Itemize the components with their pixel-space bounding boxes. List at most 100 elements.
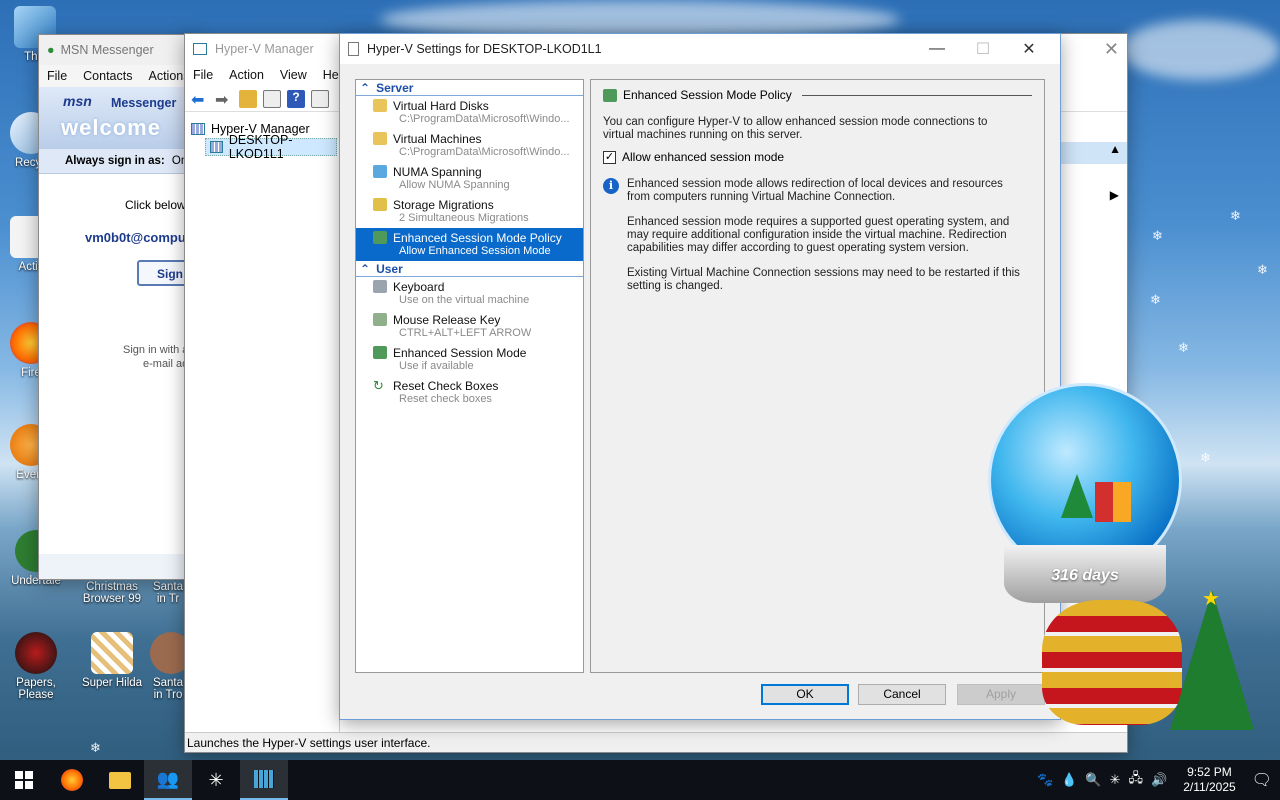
taskbar-msn[interactable]: 👥 [144, 760, 192, 800]
settings-doc-icon [348, 42, 359, 56]
tray-snowflake-icon[interactable]: ✳ [1110, 772, 1121, 788]
mouse-icon [373, 313, 387, 326]
snowflake-icon: ❄ [1257, 262, 1268, 277]
system-tray: 🐾 💧 🔍 ✳ 🖧 🔊 9:52 PM 2/11/2025 🗨 [1037, 765, 1280, 795]
snow-globe-base: 316 days [1004, 545, 1166, 603]
star-icon: ★ [1202, 588, 1220, 610]
nav-item-keyboard[interactable]: Keyboard Use on the virtual machine [356, 277, 583, 310]
taskbar-snowflake-app[interactable]: ✳ [192, 760, 240, 800]
msn-body: Click below t vm0b0t@compu Sign Sign in … [39, 174, 197, 554]
msn-logo: msn [63, 93, 92, 109]
nav-item-virtual-machines[interactable]: Virtual Machines C:\ProgramData\Microsof… [356, 129, 583, 162]
tray-app-icon[interactable]: 🐾 [1037, 772, 1053, 788]
folder-up-icon[interactable] [239, 89, 257, 108]
hvm-menu-view[interactable]: View [280, 68, 307, 82]
papers-please-icon [15, 632, 57, 674]
monitor-icon [373, 165, 387, 178]
gift-icon [1095, 482, 1131, 522]
taskbar-firefox[interactable] [48, 760, 96, 800]
close-button[interactable]: ✕ [1006, 34, 1052, 64]
maximize-button[interactable]: ☐ [960, 34, 1006, 64]
keyboard-icon [373, 280, 387, 293]
detail-section-header: Enhanced Session Mode Policy [603, 88, 1032, 102]
info-text-2: Enhanced session mode requires a support… [627, 216, 1010, 254]
msn-always-sign-in[interactable]: Always sign in as: On [39, 149, 197, 174]
snowflake-icon: ❄ [1200, 450, 1211, 465]
msn-account: vm0b0t@compu [85, 230, 186, 245]
allow-enhanced-session-checkbox[interactable]: ✓ Allow enhanced session mode [603, 150, 1032, 164]
show-hide-tree-icon[interactable] [263, 89, 281, 108]
christmas-cake-decoration [1042, 600, 1182, 725]
cancel-button[interactable]: Cancel [858, 684, 946, 705]
desktop-icon-papers-please[interactable]: Papers, Please [5, 632, 67, 701]
info-text-3: Existing Virtual Machine Connection sess… [627, 267, 1020, 292]
tray-drop-icon[interactable]: 💧 [1061, 772, 1077, 788]
hilda-icon [91, 632, 133, 674]
tree-host[interactable]: DESKTOP-LKOD1L1 [205, 133, 337, 161]
nav-item-storage-migrations[interactable]: Storage Migrations 2 Simultaneous Migrat… [356, 195, 583, 228]
settings-detail-pane: Enhanced Session Mode Policy You can con… [590, 79, 1045, 673]
hvm-tree: Hyper-V Manager DESKTOP-LKOD1L1 [185, 116, 340, 732]
folder-icon [373, 99, 387, 112]
hyperv-settings-dialog[interactable]: Hyper-V Settings for DESKTOP-LKOD1L1 — ☐… [339, 33, 1061, 720]
nav-item-enhanced-session-mode-policy[interactable]: Enhanced Session Mode Policy Allow Enhan… [356, 228, 583, 261]
help-icon[interactable]: ? [287, 89, 305, 108]
msn-messenger-window[interactable]: ● MSN Messenger File Contacts Actions ms… [38, 34, 198, 580]
checkbox-checked-icon[interactable]: ✓ [603, 150, 616, 164]
snowflake-icon: ❄ [1178, 340, 1189, 355]
taskbar: 👥 ✳ 🐾 💧 🔍 ✳ 🖧 🔊 9:52 PM 2/11/2025 🗨 [0, 760, 1280, 800]
hvm-menu-action[interactable]: Action [229, 68, 264, 82]
msn-banner: msn Messenger welcome [39, 87, 197, 149]
nav-item-numa-spanning[interactable]: NUMA Spanning Allow NUMA Spanning [356, 162, 583, 195]
notifications-icon[interactable]: 🗨 [1252, 770, 1272, 790]
clock[interactable]: 9:52 PM 2/11/2025 [1175, 765, 1244, 795]
nav-item-mouse-release-key[interactable]: Mouse Release Key CTRL+ALT+LEFT ARROW [356, 310, 583, 343]
nav-section-server[interactable]: ⌃ Server [356, 80, 583, 96]
msn-menu-contacts[interactable]: Contacts [83, 69, 132, 83]
tray-search-icon[interactable]: 🔍 [1085, 772, 1101, 788]
session-icon [373, 231, 387, 244]
msn-titlebar[interactable]: ● MSN Messenger [39, 35, 197, 65]
msn-product-name: Messenger [111, 96, 177, 110]
globe-tree [1061, 474, 1093, 518]
info-text-1: Enhanced session mode allows redirection… [627, 178, 1003, 203]
back-arrow-icon[interactable]: ⬅ [191, 90, 209, 109]
apply-button[interactable]: Apply [957, 684, 1045, 705]
server-icon [210, 141, 223, 153]
action-pane-icon[interactable] [311, 89, 329, 108]
storage-icon [373, 198, 387, 211]
detail-intro: You can configure Hyper-V to allow enhan… [603, 116, 988, 141]
hyperv-icon [193, 43, 207, 55]
volume-icon[interactable]: 🔊 [1151, 772, 1167, 788]
minimize-button[interactable]: — [914, 34, 960, 64]
christmas-tree-decoration [1170, 590, 1254, 730]
start-button[interactable] [0, 760, 48, 800]
hvm-title: Hyper-V Manager [215, 42, 314, 56]
nav-item-virtual-hard-disks[interactable]: Virtual Hard Disks C:\ProgramData\Micros… [356, 96, 583, 129]
forward-arrow-icon[interactable]: ➡ [215, 90, 233, 109]
expand-arrow-icon[interactable]: ▶ [1057, 188, 1127, 202]
nav-item-reset-check-boxes[interactable]: ↻ Reset Check Boxes Reset check boxes [356, 376, 583, 409]
ok-button[interactable]: OK [761, 684, 849, 705]
snowflake-icon: ❄ [1150, 292, 1161, 307]
taskbar-hyperv[interactable] [240, 760, 288, 800]
msn-menu-file[interactable]: File [47, 69, 67, 83]
folder-icon [109, 771, 131, 789]
collapse-arrow-icon[interactable]: ▲ [1057, 142, 1127, 164]
nav-section-user[interactable]: ⌃ User [356, 261, 583, 277]
taskbar-file-explorer[interactable] [96, 760, 144, 800]
reset-check-icon: ↻ [373, 378, 384, 393]
folder-icon [373, 132, 387, 145]
msn-buddy-icon: ● [47, 43, 55, 57]
hvm-menu-file[interactable]: File [193, 68, 213, 82]
hvm-close-icon[interactable]: ✕ [1104, 39, 1119, 60]
settings-titlebar[interactable]: Hyper-V Settings for DESKTOP-LKOD1L1 — ☐… [340, 34, 1060, 64]
desktop-icon-super-hilda[interactable]: Super Hilda [80, 632, 144, 689]
hvm-statusbar: Launches the Hyper-V settings user inter… [185, 732, 1127, 752]
desktop-icon-santa-2[interactable]: Santa in Tro [150, 632, 186, 701]
network-icon[interactable]: 🖧 [1129, 769, 1144, 791]
msn-welcome: welcome [61, 115, 161, 140]
settings-nav-pane: ⌃ Server Virtual Hard Disks C:\ProgramDa… [355, 79, 584, 673]
nav-item-enhanced-session-mode[interactable]: Enhanced Session Mode Use if available [356, 343, 583, 376]
snowflake-icon: ❄ [1230, 208, 1241, 223]
